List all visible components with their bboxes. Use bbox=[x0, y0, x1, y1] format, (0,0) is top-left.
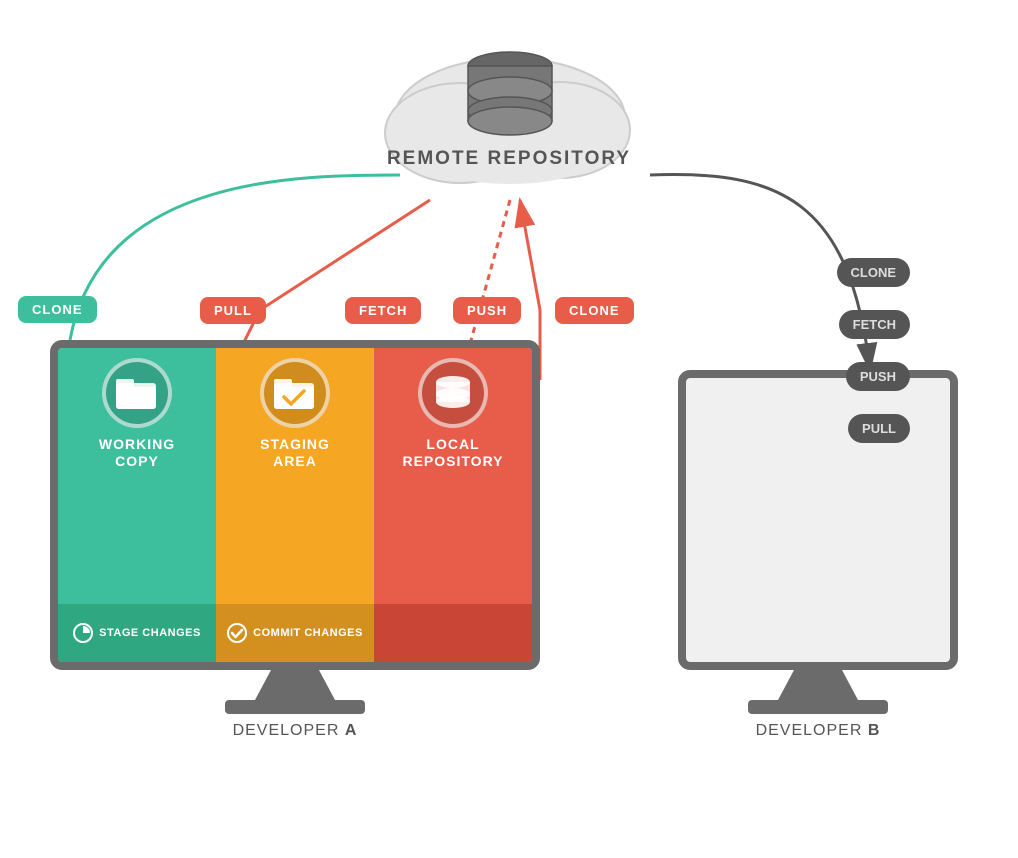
staging-icon-circle bbox=[260, 358, 330, 428]
monitor-a-base bbox=[225, 700, 365, 714]
folder-icon bbox=[116, 375, 158, 411]
monitor-b-screen bbox=[686, 378, 950, 662]
local-repo-icon-circle bbox=[418, 358, 488, 428]
remote-repository-label: REMOTE REPOSITORY bbox=[387, 148, 631, 170]
local-bottom-strip bbox=[374, 604, 532, 662]
developer-b-label: DEVELOPER B bbox=[756, 722, 881, 740]
dev-b-push-badge: PUSH bbox=[846, 362, 910, 391]
clone-right-badge: CLONE bbox=[555, 297, 634, 324]
working-copy-label: WORKING COPY bbox=[99, 436, 175, 470]
pull-badge: PULL bbox=[200, 297, 266, 324]
diagram-container: REMOTE REPOSITORY bbox=[0, 0, 1018, 858]
monitor-a-button bbox=[281, 666, 309, 670]
developer-b-monitor: DEVELOPER B bbox=[678, 370, 958, 740]
monitor-b-body bbox=[678, 370, 958, 670]
screen-areas: WORKING COPY STAGE CHANGES bbox=[58, 348, 532, 662]
staging-area-label: STAGING AREA bbox=[260, 436, 330, 470]
local-repo-area: LOCAL REPOSITORY bbox=[374, 348, 532, 662]
dev-b-clone-badge: CLONE bbox=[837, 258, 911, 287]
monitor-b-stand bbox=[778, 670, 858, 700]
monitor-a-body: WORKING COPY STAGE CHANGES bbox=[50, 340, 540, 670]
monitor-a-screen: WORKING COPY STAGE CHANGES bbox=[58, 348, 532, 662]
fetch-badge: FETCH bbox=[345, 297, 421, 324]
dev-b-fetch-badge: FETCH bbox=[839, 310, 910, 339]
monitor-b-button bbox=[804, 666, 832, 670]
clone-left-badge: CLONE bbox=[18, 296, 97, 323]
stage-icon bbox=[73, 623, 93, 643]
monitor-a-stand bbox=[255, 670, 335, 700]
developer-a-label: DEVELOPER A bbox=[233, 722, 358, 740]
stage-changes-strip: STAGE CHANGES bbox=[58, 604, 216, 662]
working-copy-icon-circle bbox=[102, 358, 172, 428]
staging-area: STAGING AREA COMMIT CHANGES bbox=[216, 348, 374, 662]
working-copy-area: WORKING COPY STAGE CHANGES bbox=[58, 348, 216, 662]
commit-icon bbox=[227, 623, 247, 643]
dev-b-pull-badge: PULL bbox=[848, 414, 910, 443]
push-badge: PUSH bbox=[453, 297, 521, 324]
local-db-icon bbox=[432, 374, 474, 412]
commit-changes-strip: COMMIT CHANGES bbox=[216, 604, 374, 662]
commit-changes-label: COMMIT CHANGES bbox=[253, 627, 363, 639]
stage-changes-label: STAGE CHANGES bbox=[99, 627, 201, 639]
monitor-b-base bbox=[748, 700, 888, 714]
local-repo-label: LOCAL REPOSITORY bbox=[402, 436, 503, 470]
staging-folder-icon bbox=[274, 375, 316, 411]
developer-a-monitor: WORKING COPY STAGE CHANGES bbox=[50, 340, 540, 740]
